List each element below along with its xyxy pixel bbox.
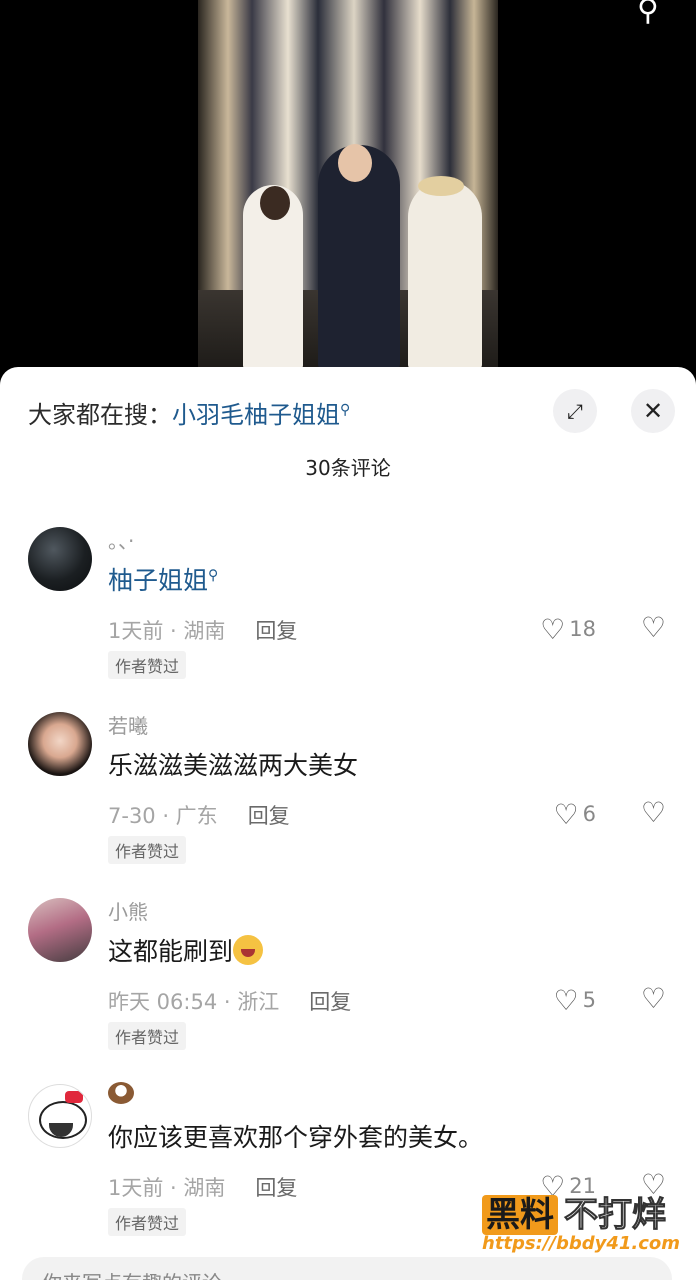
comment-time-location: 7-30 · 广东 bbox=[108, 804, 218, 828]
watermark-url: https://bbdy41.com bbox=[482, 1233, 681, 1254]
close-button[interactable]: ✕ bbox=[631, 389, 675, 433]
heart-icon: ♡ bbox=[553, 984, 579, 1017]
like-button[interactable]: ♡ 18 bbox=[540, 613, 596, 646]
hat-right bbox=[418, 176, 464, 196]
comment-meta: 1天前 · 湖南 回复 bbox=[108, 615, 297, 645]
comment-time-location: 1天前 · 湖南 bbox=[108, 619, 226, 643]
comment-input-placeholder: 你来写点有趣的评论 bbox=[42, 1267, 222, 1280]
person-right bbox=[408, 180, 482, 370]
comment-text-content[interactable]: 柚子姐姐 bbox=[108, 566, 208, 595]
bow bbox=[65, 1091, 83, 1103]
hot-search-bar[interactable]: 大家都在搜：小羽毛柚子姐姐⚲ bbox=[28, 395, 350, 430]
comment-sheet: 大家都在搜：小羽毛柚子姐姐⚲ ⤢ ✕ 30条评论 。、· 柚子姐姐⚲ 1天前 ·… bbox=[0, 367, 696, 1280]
hot-search-prefix: 大家都在搜： bbox=[28, 401, 172, 429]
like-button[interactable]: ♡ 6 bbox=[554, 798, 596, 831]
comment-text[interactable]: 你应该更喜欢那个穿外套的美女。 bbox=[108, 1118, 483, 1154]
reply-button[interactable]: 回复 bbox=[255, 619, 297, 643]
comment-text[interactable]: 乐滋滋美滋滋两大美女 bbox=[108, 746, 358, 782]
like-button[interactable]: ♡ 5 bbox=[554, 984, 596, 1017]
head-center bbox=[338, 144, 372, 182]
avatar[interactable] bbox=[28, 898, 92, 962]
dislike-icon[interactable]: ♡ bbox=[641, 982, 666, 1015]
comment-count: 30条评论 bbox=[305, 456, 391, 480]
comment-meta: 1天前 · 湖南 回复 bbox=[108, 1172, 297, 1202]
comment-username[interactable]: 。、· bbox=[108, 525, 134, 554]
search-icon: ⚲ bbox=[208, 567, 219, 584]
watermark: 黑料 不打烊 https://bbdy41.com bbox=[482, 1187, 682, 1257]
avatar[interactable] bbox=[28, 527, 92, 591]
comment-input[interactable]: 你来写点有趣的评论 bbox=[22, 1257, 672, 1280]
comment-text[interactable]: 这都能刷到 bbox=[108, 932, 264, 968]
avatar[interactable] bbox=[28, 1084, 92, 1148]
reply-button[interactable]: 回复 bbox=[248, 804, 290, 828]
comment-text-content[interactable]: 这都能刷到 bbox=[108, 937, 233, 966]
dislike-icon[interactable]: ♡ bbox=[641, 796, 666, 829]
video-area[interactable]: ⚲ bbox=[0, 0, 696, 380]
head-left bbox=[260, 186, 290, 220]
like-count: 5 bbox=[582, 988, 596, 1012]
author-liked-badge: 作者赞过 bbox=[108, 1022, 187, 1050]
like-count: 6 bbox=[582, 802, 596, 826]
dislike-icon[interactable]: ♡ bbox=[641, 611, 666, 644]
avatar[interactable] bbox=[28, 712, 92, 776]
reply-button[interactable]: 回复 bbox=[309, 990, 351, 1014]
crying-laughing-emoji-icon bbox=[233, 935, 264, 965]
coconut-emoji-icon bbox=[108, 1082, 134, 1104]
watermark-brand-a: 黑料 bbox=[482, 1195, 558, 1235]
like-count: 18 bbox=[569, 617, 596, 641]
comment-meta: 昨天 06:54 · 浙江 回复 bbox=[108, 986, 351, 1016]
comment-time-location: 昨天 06:54 · 浙江 bbox=[108, 990, 280, 1014]
comment-time-location: 1天前 · 湖南 bbox=[108, 1176, 226, 1200]
watermark-brand: 黑料 不打烊 bbox=[482, 1187, 667, 1236]
heart-icon: ♡ bbox=[540, 613, 566, 646]
comment-username[interactable]: 小熊 bbox=[108, 896, 148, 925]
watermark-brand-b: 不打烊 bbox=[564, 1195, 667, 1236]
author-liked-badge: 作者赞过 bbox=[108, 651, 187, 679]
author-liked-badge: 作者赞过 bbox=[108, 836, 187, 864]
video-frame bbox=[198, 0, 498, 380]
author-liked-badge: 作者赞过 bbox=[108, 1208, 187, 1236]
comment-username[interactable]: 若曦 bbox=[108, 710, 148, 739]
expand-button[interactable]: ⤢ bbox=[553, 389, 597, 433]
heart-icon: ♡ bbox=[553, 798, 579, 831]
comment-username[interactable] bbox=[108, 1082, 134, 1109]
reply-button[interactable]: 回复 bbox=[255, 1176, 297, 1200]
search-icon[interactable]: ⚲ bbox=[628, 0, 668, 30]
hot-search-keyword[interactable]: 小羽毛柚子姐姐 bbox=[172, 401, 340, 429]
comment-meta: 7-30 · 广东 回复 bbox=[108, 800, 290, 830]
comment-text[interactable]: 柚子姐姐⚲ bbox=[108, 561, 218, 597]
search-icon: ⚲ bbox=[340, 402, 351, 418]
